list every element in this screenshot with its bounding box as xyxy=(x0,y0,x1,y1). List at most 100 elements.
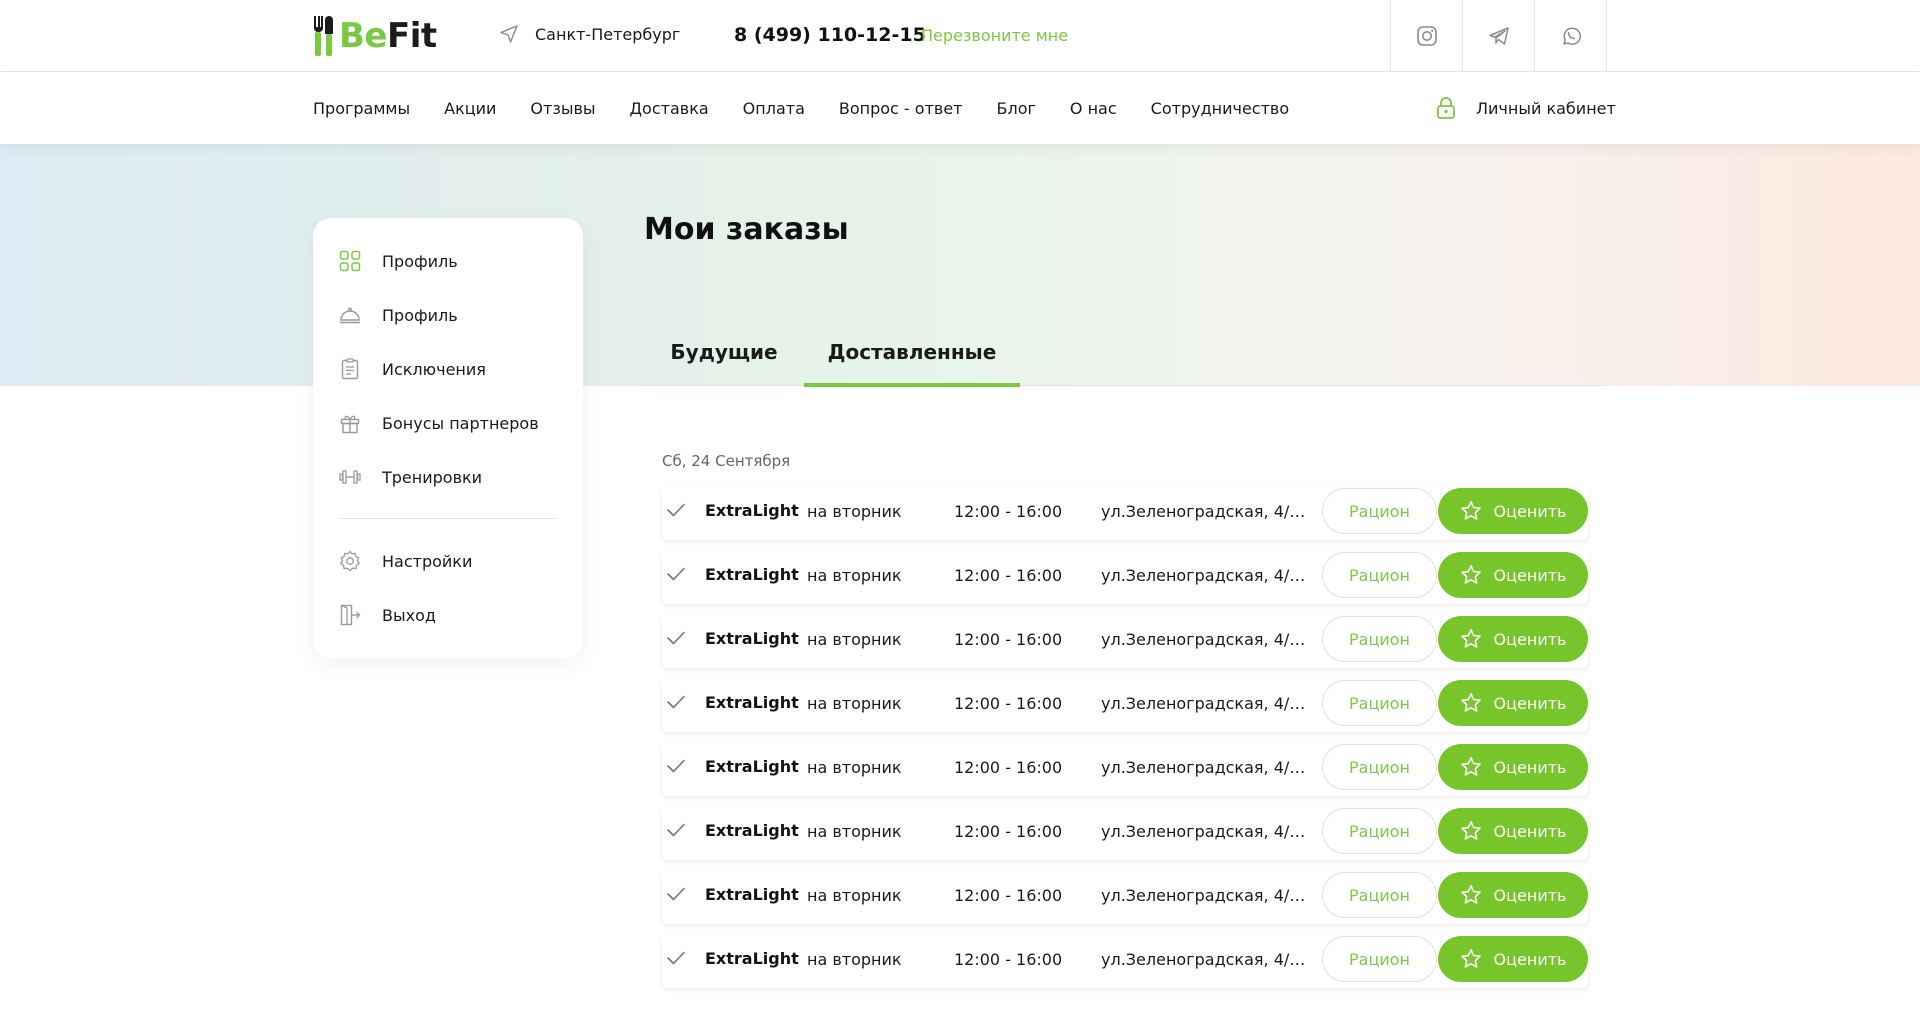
nav-payment[interactable]: Оплата xyxy=(743,99,805,118)
nav-about[interactable]: О нас xyxy=(1070,99,1117,118)
page-title: Мои заказы xyxy=(644,212,849,247)
star-icon xyxy=(1460,757,1481,776)
dumbbell-icon xyxy=(339,466,361,488)
logout-icon xyxy=(339,604,361,626)
whatsapp-link[interactable] xyxy=(1535,0,1607,72)
rate-button-label: Оценить xyxy=(1493,501,1567,521)
rate-button-label: Оценить xyxy=(1493,885,1567,905)
star-icon xyxy=(1460,885,1481,904)
ration-button[interactable]: Рацион xyxy=(1322,680,1437,726)
main-nav: Программы Акции Отзывы Доставка Оплата В… xyxy=(0,72,1920,144)
order-day: на вторник xyxy=(807,886,902,905)
order-day: на вторник xyxy=(807,630,902,649)
sidebar-item-profile[interactable]: Профиль xyxy=(339,246,458,276)
telegram-icon xyxy=(1488,27,1509,45)
sidebar-item-exclusions[interactable]: Исключения xyxy=(339,354,486,384)
rate-button[interactable]: Оценить xyxy=(1438,680,1588,726)
rate-button[interactable]: Оценить xyxy=(1438,936,1588,982)
rate-button[interactable]: Оценить xyxy=(1438,744,1588,790)
order-day: на вторник xyxy=(807,566,902,585)
gear-icon xyxy=(339,550,361,572)
ration-button[interactable]: Рацион xyxy=(1322,616,1437,662)
sidebar-item-label: Исключения xyxy=(382,359,486,379)
order-time: 12:00 - 16:00 xyxy=(954,886,1063,905)
order-day: на вторник xyxy=(807,758,902,777)
order-plan: ExtraLight xyxy=(705,821,799,840)
nav-partnership[interactable]: Сотрудничество xyxy=(1151,99,1289,118)
order-address: ул.Зеленоградская, 4/7 ул.Зеленоградская… xyxy=(1101,566,1309,585)
sidebar-item-label: Профиль xyxy=(382,251,458,271)
order-time: 12:00 - 16:00 xyxy=(954,822,1063,841)
star-icon xyxy=(1460,501,1481,520)
order-day: на вторник xyxy=(807,950,902,969)
check-icon xyxy=(667,823,685,837)
order-address: ул.Зеленоградская, 4/7 ул.Зеленоградская… xyxy=(1101,694,1309,713)
rate-button-label: Оценить xyxy=(1493,821,1567,841)
order-day: на вторник xyxy=(807,694,902,713)
tab-future[interactable]: Будущие xyxy=(644,330,804,386)
location-arrow-icon xyxy=(500,25,518,43)
rate-button[interactable]: Оценить xyxy=(1438,808,1588,854)
top-bar: BeFit Санкт-Петербург 8 (499) 110-12-15 … xyxy=(0,0,1920,72)
rate-button-label: Оценить xyxy=(1493,565,1567,585)
grid-icon xyxy=(339,250,361,272)
rate-button[interactable]: Оценить xyxy=(1438,552,1588,598)
cabinet-label: Личный кабинет xyxy=(1476,98,1616,118)
sidebar-item-settings[interactable]: Настройки xyxy=(339,546,472,576)
order-row: ExtraLight на вторник 12:00 - 16:00 ул.З… xyxy=(662,934,1588,988)
personal-cabinet-link[interactable]: Личный кабинет xyxy=(1436,72,1616,144)
nav-promotions[interactable]: Акции xyxy=(444,99,496,118)
order-day: на вторник xyxy=(807,822,902,841)
star-icon xyxy=(1460,629,1481,648)
order-time: 12:00 - 16:00 xyxy=(954,694,1063,713)
check-icon xyxy=(667,759,685,773)
ration-button[interactable]: Рацион xyxy=(1322,872,1437,918)
ration-button[interactable]: Рацион xyxy=(1322,488,1437,534)
sidebar-item-profile-meals[interactable]: Профиль xyxy=(339,300,458,330)
phone-number[interactable]: 8 (499) 110-12-15 xyxy=(734,24,926,46)
rate-button-label: Оценить xyxy=(1493,757,1567,777)
nav-faq[interactable]: Вопрос - ответ xyxy=(839,99,963,118)
order-time: 12:00 - 16:00 xyxy=(954,566,1063,585)
telegram-link[interactable] xyxy=(1463,0,1535,72)
check-icon xyxy=(667,951,685,965)
order-plan: ExtraLight xyxy=(705,565,799,584)
rate-button[interactable]: Оценить xyxy=(1438,488,1588,534)
check-icon xyxy=(667,887,685,901)
nav-reviews[interactable]: Отзывы xyxy=(530,99,595,118)
order-plan: ExtraLight xyxy=(705,629,799,648)
order-plan: ExtraLight xyxy=(705,757,799,776)
order-row: ExtraLight на вторник 12:00 - 16:00 ул.З… xyxy=(662,806,1588,860)
logo[interactable]: BeFit xyxy=(313,16,437,56)
sidebar-item-partner-bonuses[interactable]: Бонусы партнеров xyxy=(339,408,539,438)
ration-button[interactable]: Рацион xyxy=(1322,744,1437,790)
rate-button-label: Оценить xyxy=(1493,949,1567,969)
order-plan: ExtraLight xyxy=(705,885,799,904)
rate-button-label: Оценить xyxy=(1493,693,1567,713)
instagram-link[interactable] xyxy=(1391,0,1463,72)
rate-button[interactable]: Оценить xyxy=(1438,872,1588,918)
check-icon xyxy=(667,631,685,645)
nav-blog[interactable]: Блог xyxy=(997,99,1036,118)
tab-delivered[interactable]: Доставленные xyxy=(804,330,1020,387)
check-icon xyxy=(667,567,685,581)
star-icon xyxy=(1460,693,1481,712)
sidebar-item-logout[interactable]: Выход xyxy=(339,600,436,630)
sidebar-item-workouts[interactable]: Тренировки xyxy=(339,462,482,492)
ration-button[interactable]: Рацион xyxy=(1322,808,1437,854)
ration-button[interactable]: Рацион xyxy=(1322,936,1437,982)
order-address: ул.Зеленоградская, 4/7 ул.Зеленоградская… xyxy=(1101,822,1309,841)
order-day: на вторник xyxy=(807,502,902,521)
nav-programs[interactable]: Программы xyxy=(313,99,410,118)
ration-button[interactable]: Рацион xyxy=(1322,552,1437,598)
gift-icon xyxy=(339,412,361,434)
nav-delivery[interactable]: Доставка xyxy=(630,99,709,118)
order-row: ExtraLight на вторник 12:00 - 16:00 ул.З… xyxy=(662,550,1588,604)
city-selector[interactable]: Санкт-Петербург xyxy=(499,24,680,44)
rate-button[interactable]: Оценить xyxy=(1438,616,1588,662)
account-sidebar: Профиль Профиль Исключения Бонусы партне… xyxy=(313,218,583,658)
clipboard-icon xyxy=(339,358,361,380)
sidebar-item-label: Настройки xyxy=(382,551,473,571)
lock-icon xyxy=(1437,97,1455,119)
callback-link[interactable]: Перезвоните мне xyxy=(921,26,1068,45)
